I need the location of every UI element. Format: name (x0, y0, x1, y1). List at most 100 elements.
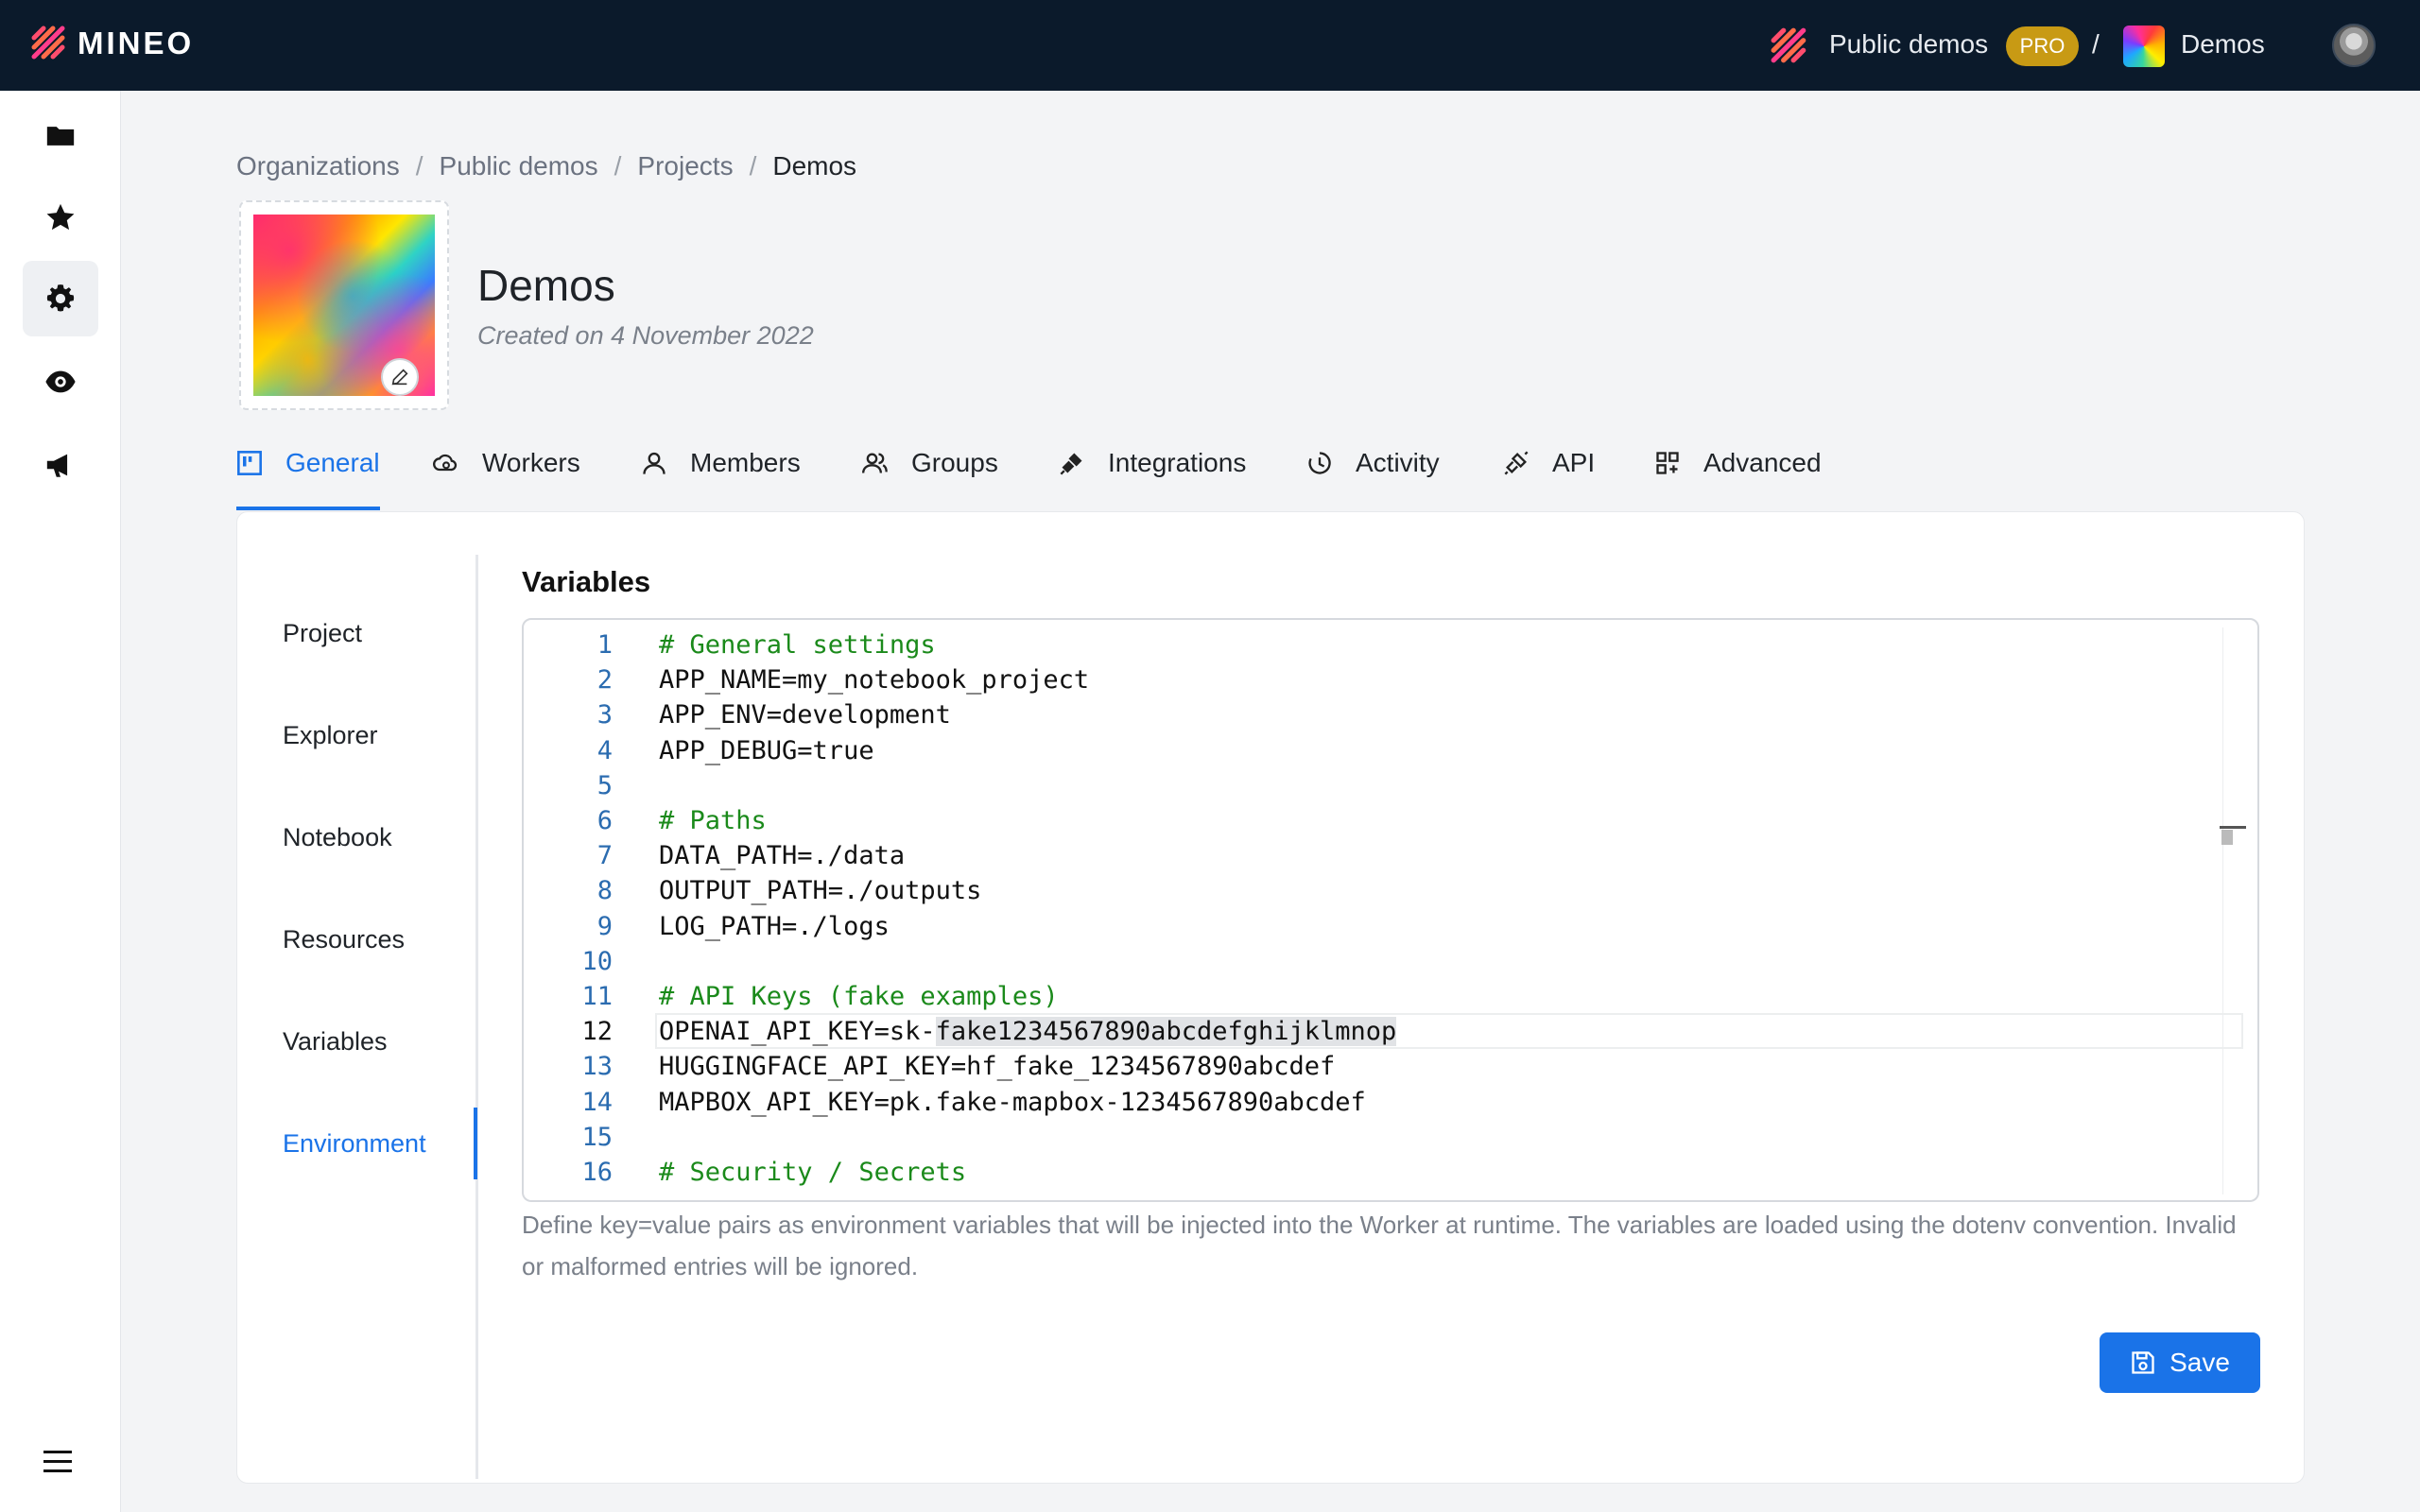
code-line[interactable]: 13 HUGGINGFACE_API_KEY=hf_fake_1234567890… (524, 1049, 2257, 1085)
code-line[interactable]: 9 LOG_PATH=./logs (524, 909, 2257, 945)
tab-members[interactable]: Members (641, 444, 801, 510)
project-created-date: Created on 4 November 2022 (477, 321, 814, 350)
subnav-item-resources[interactable]: Resources (283, 925, 405, 954)
tab-label: General (285, 448, 380, 477)
tab-activity[interactable]: Activity (1306, 444, 1440, 510)
org-logo-icon[interactable] (1770, 26, 1809, 66)
page-title: Demos (477, 261, 615, 310)
code-line[interactable]: 3 APP_ENV=development (524, 697, 2257, 733)
code-comment: # Security / Secrets (659, 1158, 967, 1187)
pencil-icon (391, 369, 408, 386)
section-title: Variables (522, 565, 651, 598)
mineo-logo-icon (31, 26, 65, 60)
tab-label: Integrations (1108, 448, 1247, 477)
code-comment: # Paths (659, 806, 767, 835)
tab-groups[interactable]: Groups (862, 444, 998, 510)
code-line[interactable]: 6 # Paths (524, 803, 2257, 839)
code-comment: # API Keys (fake examples) (659, 982, 1059, 1011)
tab-label: Members (690, 448, 801, 477)
left-rail (0, 91, 121, 1512)
megaphone-icon (46, 454, 68, 477)
code-text: DATA_PATH=./data (659, 841, 906, 871)
tab-label: Activity (1356, 448, 1440, 477)
code-line[interactable]: 16 # Security / Secrets (524, 1155, 2257, 1191)
breadcrumb-item[interactable]: Organizations (236, 151, 400, 181)
project-switcher[interactable]: Demos (2181, 29, 2265, 60)
line-number: 7 (596, 841, 613, 871)
line-number: 11 (581, 982, 613, 1011)
code-text: MAPBOX_API_KEY=pk.fake-mapbox-1234567890… (659, 1087, 1366, 1117)
code-line[interactable]: 5 (524, 768, 2257, 804)
code-line[interactable]: 14 MAPBOX_API_KEY=pk.fake-mapbox-12345678… (524, 1085, 2257, 1121)
code-text: APP_ENV=development (659, 700, 951, 730)
code-line[interactable]: 10 (524, 944, 2257, 980)
tab-general[interactable]: General (236, 444, 380, 510)
project-thumbnail[interactable] (2123, 26, 2165, 67)
code-text: LOG_PATH=./logs (659, 911, 890, 941)
code-line[interactable]: 1 # General settings (524, 627, 2257, 663)
subnav-item-project[interactable]: Project (283, 619, 362, 648)
line-number: 15 (581, 1122, 613, 1152)
code-line[interactable]: 7 DATA_PATH=./data (524, 838, 2257, 874)
line-number: 5 (596, 770, 613, 800)
line-number: 6 (596, 806, 613, 835)
plug-icon (1060, 453, 1082, 475)
rail-projects[interactable] (23, 98, 98, 174)
plan-badge: PRO (2006, 26, 2079, 66)
code-line[interactable]: 2 APP_NAME=my_notebook_project (524, 662, 2257, 698)
selected-text: fake1234567890abcdefghijklmnop (935, 1017, 1397, 1047)
board-icon (237, 451, 262, 475)
breadcrumb-current: Demos (772, 151, 857, 180)
api-icon (1504, 451, 1529, 475)
avatar[interactable] (2332, 24, 2376, 67)
breadcrumb-item[interactable]: Projects (637, 151, 733, 181)
settings-card: Project Explorer Notebook Resources Vari… (236, 511, 2305, 1484)
code-line[interactable]: 15 (524, 1120, 2257, 1156)
brand[interactable]: MINEO (30, 25, 194, 62)
tab-workers[interactable]: Workers (433, 444, 580, 510)
rail-favorites[interactable] (23, 180, 98, 255)
eye-icon (45, 370, 76, 393)
code-line[interactable]: 4 APP_DEBUG=true (524, 733, 2257, 769)
save-button[interactable]: Save (2100, 1332, 2260, 1393)
settings-subnav: Project Explorer Notebook Resources Vari… (237, 555, 478, 1479)
tab-label: Advanced (1703, 448, 1822, 477)
tab-label: Groups (911, 448, 998, 477)
subnav-item-environment[interactable]: Environment (283, 1129, 426, 1159)
subnav-item-variables[interactable]: Variables (283, 1027, 388, 1057)
save-icon (2132, 1351, 2154, 1374)
breadcrumb-item[interactable]: Public demos (440, 151, 598, 181)
star-icon (46, 203, 75, 231)
breadcrumb: Organizations / Public demos / Projects … (236, 151, 856, 181)
org-switcher[interactable]: Public demos (1829, 29, 1988, 60)
edit-image-button[interactable] (381, 358, 419, 396)
line-number: 4 (596, 735, 613, 765)
brand-name: MINEO (78, 26, 195, 60)
subnav-item-notebook[interactable]: Notebook (283, 823, 392, 852)
line-number: 2 (596, 665, 613, 696)
breadcrumb-separator: / (614, 151, 622, 180)
rail-preview[interactable] (23, 344, 98, 420)
apps-icon (1656, 452, 1679, 474)
rail-announcements[interactable] (23, 427, 98, 503)
subnav-item-explorer[interactable]: Explorer (283, 721, 378, 750)
code-line[interactable]: 12 OPENAI_API_KEY=sk-fake1234567890abcdef… (524, 1014, 2257, 1050)
breadcrumb-separator: / (749, 151, 757, 180)
line-number: 10 (581, 946, 613, 976)
tab-advanced[interactable]: Advanced (1654, 444, 1822, 510)
code-line[interactable]: 11 # API Keys (fake examples) (524, 979, 2257, 1015)
tab-api[interactable]: API (1503, 444, 1595, 510)
rail-settings[interactable] (23, 261, 98, 336)
tab-integrations[interactable]: Integrations (1059, 444, 1246, 510)
project-image-uploader[interactable] (239, 200, 449, 410)
save-button-label: Save (2169, 1348, 2230, 1377)
code-text: APP_NAME=my_notebook_project (659, 665, 1090, 696)
line-number: 9 (596, 911, 613, 941)
line-number: 12 (581, 1017, 613, 1047)
line-number: 3 (596, 700, 613, 730)
code-line[interactable]: 8 OUTPUT_PATH=./outputs (524, 873, 2257, 909)
history-icon (1308, 452, 1331, 474)
hamburger-menu-icon[interactable] (42, 1448, 74, 1476)
code-text: APP_DEBUG=true (659, 735, 874, 765)
variables-code-editor[interactable]: 1 # General settings 2 APP_NAME=my_notebook… (522, 618, 2259, 1202)
